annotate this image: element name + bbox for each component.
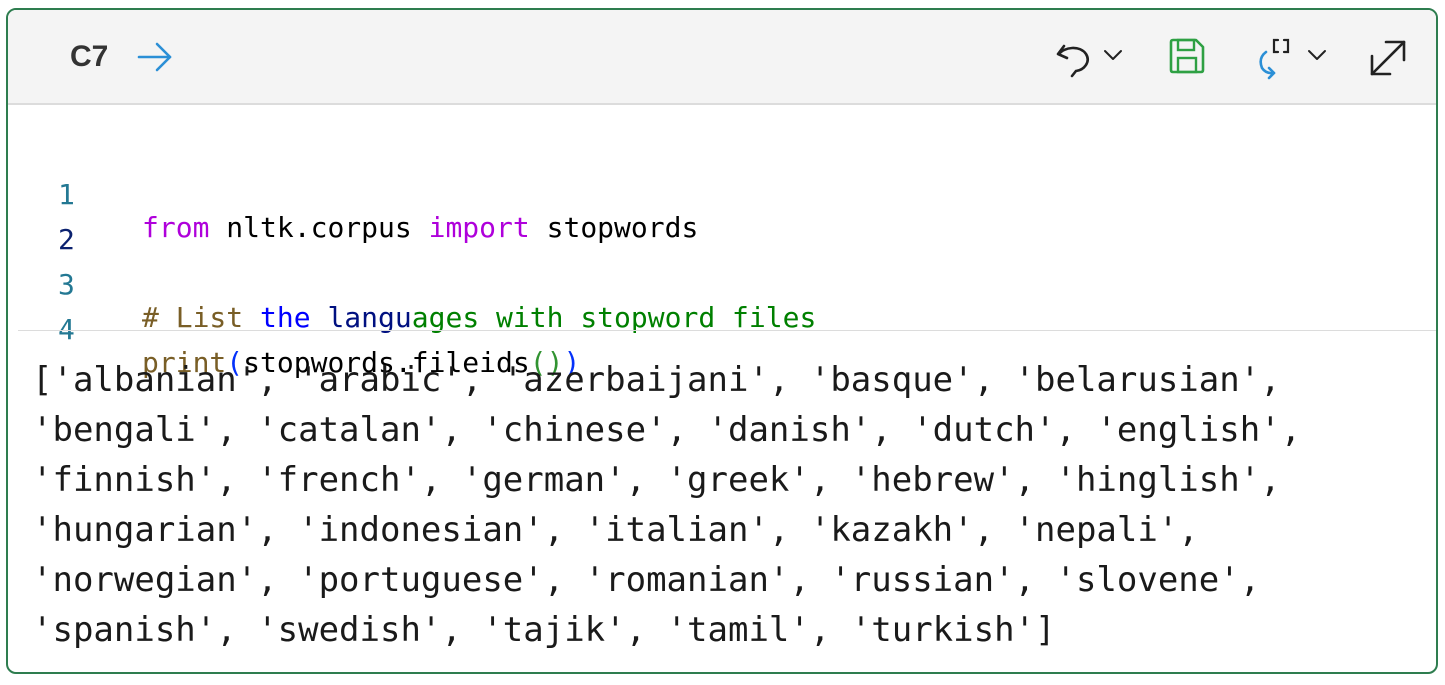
code-line[interactable]: 2 bbox=[8, 190, 109, 256]
save-icon[interactable] bbox=[1168, 37, 1206, 80]
chevron-down-icon[interactable] bbox=[1102, 48, 1124, 67]
output-line: 'hungarian', 'indonesian', 'italian', 'k… bbox=[32, 510, 1199, 550]
code-editor[interactable]: 1 from nltk.corpus import stopwords 2 3 … bbox=[8, 105, 1436, 379]
code-line[interactable]: 4 print(stopwords.fileids()) bbox=[8, 280, 580, 379]
keyword: from bbox=[142, 211, 210, 244]
notebook-cell: C7 1 from nltk.corpus import stopwords 2… bbox=[6, 8, 1438, 674]
code-text[interactable]: from nltk.corpus import stopwords bbox=[142, 211, 698, 244]
code-line[interactable]: 1 from nltk.corpus import stopwords bbox=[8, 145, 698, 244]
output-line: 'bengali', 'catalan', 'chinese', 'danish… bbox=[32, 410, 1302, 450]
expand-icon[interactable] bbox=[1366, 36, 1410, 85]
cell-toolbar: C7 bbox=[8, 10, 1436, 105]
cell-id-label: C7 bbox=[70, 40, 109, 73]
run-options-icon[interactable] bbox=[1252, 32, 1308, 87]
output-line: ['albanian', 'arabic', 'azerbaijani', 'b… bbox=[32, 360, 1281, 400]
code-line[interactable]: 3 # List the languages with stopword fil… bbox=[8, 235, 816, 334]
undo-icon[interactable] bbox=[1054, 36, 1094, 87]
cell-output: ['albanian', 'arabic', 'azerbaijani', 'b… bbox=[32, 355, 1432, 655]
output-line: 'norwegian', 'portuguese', 'romanian', '… bbox=[32, 560, 1261, 600]
keyword: import bbox=[428, 211, 530, 244]
code-token: nltk.corpus bbox=[209, 211, 429, 244]
output-line: 'spanish', 'swedish', 'tajik', 'tamil', … bbox=[32, 610, 1056, 650]
run-options-chevron-icon[interactable] bbox=[1306, 48, 1328, 67]
code-token: stopwords bbox=[529, 211, 699, 244]
output-divider bbox=[18, 330, 1436, 331]
arrow-right-icon[interactable] bbox=[136, 40, 174, 79]
output-line: 'finnish', 'french', 'german', 'greek', … bbox=[32, 460, 1281, 500]
